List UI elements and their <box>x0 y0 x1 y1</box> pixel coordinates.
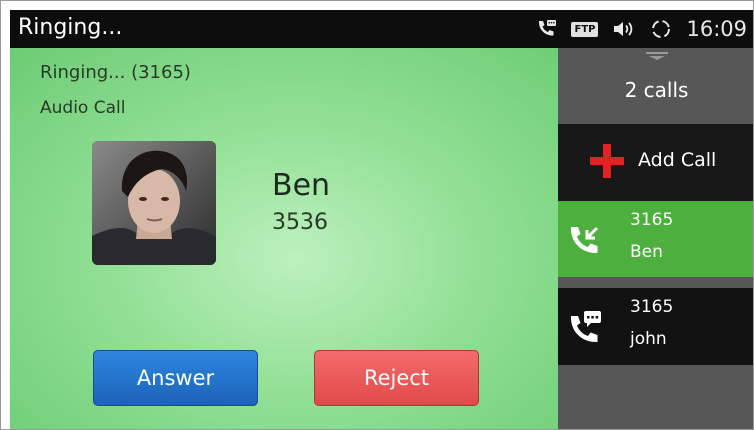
call-list-item[interactable]: 3165 Ben <box>558 201 753 277</box>
add-call-button[interactable]: Add Call <box>558 124 753 201</box>
call-name: john <box>630 329 667 349</box>
drag-handle-icon[interactable] <box>646 52 668 60</box>
plus-icon <box>590 144 624 178</box>
call-number: 3165 <box>630 297 674 317</box>
calls-panel: 2 calls Add Call 3165 Ben 3165 john <box>558 48 753 429</box>
status-icons: FTP 16:09 <box>535 15 747 43</box>
ftp-icon: FTP <box>571 21 599 37</box>
contact-name: Ben <box>272 168 331 203</box>
clock: 16:09 <box>686 17 747 41</box>
contact-number: 3536 <box>272 210 328 235</box>
call-name: Ben <box>630 242 663 262</box>
answer-button[interactable]: Answer <box>93 350 258 406</box>
phone-screen: Ringing... FTP 16:09 Ringing... (3165) A… <box>0 0 754 430</box>
add-call-label: Add Call <box>638 149 717 171</box>
calls-count: 2 calls <box>624 78 689 102</box>
contact-avatar <box>92 141 216 265</box>
status-bar: Ringing... FTP 16:09 <box>10 10 753 48</box>
call-screen: Ringing... (3165) Audio Call Ben 3536 An… <box>10 48 558 429</box>
status-title: Ringing... <box>18 15 123 40</box>
call-type-label: Audio Call <box>40 98 126 118</box>
sync-icon <box>650 18 672 40</box>
reject-button[interactable]: Reject <box>314 350 479 406</box>
call-status-line: Ringing... (3165) <box>40 62 191 83</box>
phone-message-icon <box>535 18 557 40</box>
call-number: 3165 <box>630 210 674 230</box>
incoming-call-icon <box>570 226 599 254</box>
call-hold-message-icon <box>570 311 601 343</box>
volume-icon <box>612 19 636 39</box>
call-list-item[interactable]: 3165 john <box>558 288 753 365</box>
